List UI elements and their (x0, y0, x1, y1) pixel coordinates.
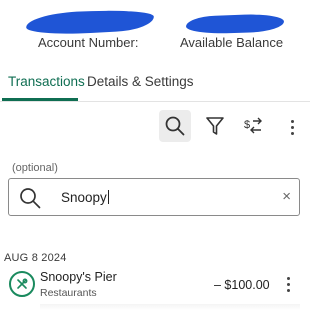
account-number-label: Account Number: (38, 35, 139, 50)
redacted-balance (185, 13, 285, 35)
search-icon (165, 116, 185, 136)
active-tab-indicator (2, 98, 78, 101)
filter-icon (206, 117, 224, 135)
search-input[interactable]: Snoopy × (8, 178, 300, 216)
filter-button[interactable] (199, 110, 231, 142)
next-row-edge (40, 304, 300, 310)
search-value: Snoopy (61, 190, 107, 205)
date-header: AUG 8 2024 (4, 252, 67, 264)
tab-bar: Transactions Details & Settings (0, 70, 310, 102)
tab-transactions[interactable]: Transactions (8, 74, 85, 89)
clear-search-icon[interactable]: × (282, 188, 291, 205)
text-caret (107, 190, 109, 204)
svg-text:$: $ (244, 119, 250, 131)
search-button[interactable] (159, 110, 191, 142)
transaction-category: Restaurants (40, 287, 97, 299)
restaurant-icon (9, 271, 35, 297)
transaction-merchant: Snoopy's Pier (40, 270, 117, 284)
available-balance-label: Available Balance (180, 35, 284, 50)
sort-icon: $ (244, 117, 262, 134)
more-vertical-icon (290, 117, 294, 135)
search-icon (20, 188, 41, 209)
tab-details-settings[interactable]: Details & Settings (87, 74, 194, 89)
transaction-more-icon[interactable] (282, 274, 294, 296)
search-hint-label: (optional) (12, 162, 58, 174)
sort-button[interactable]: $ (237, 110, 269, 142)
more-options-button[interactable] (276, 110, 308, 142)
redacted-account-number (25, 7, 155, 37)
transaction-amount: – $100.00 (214, 278, 270, 292)
